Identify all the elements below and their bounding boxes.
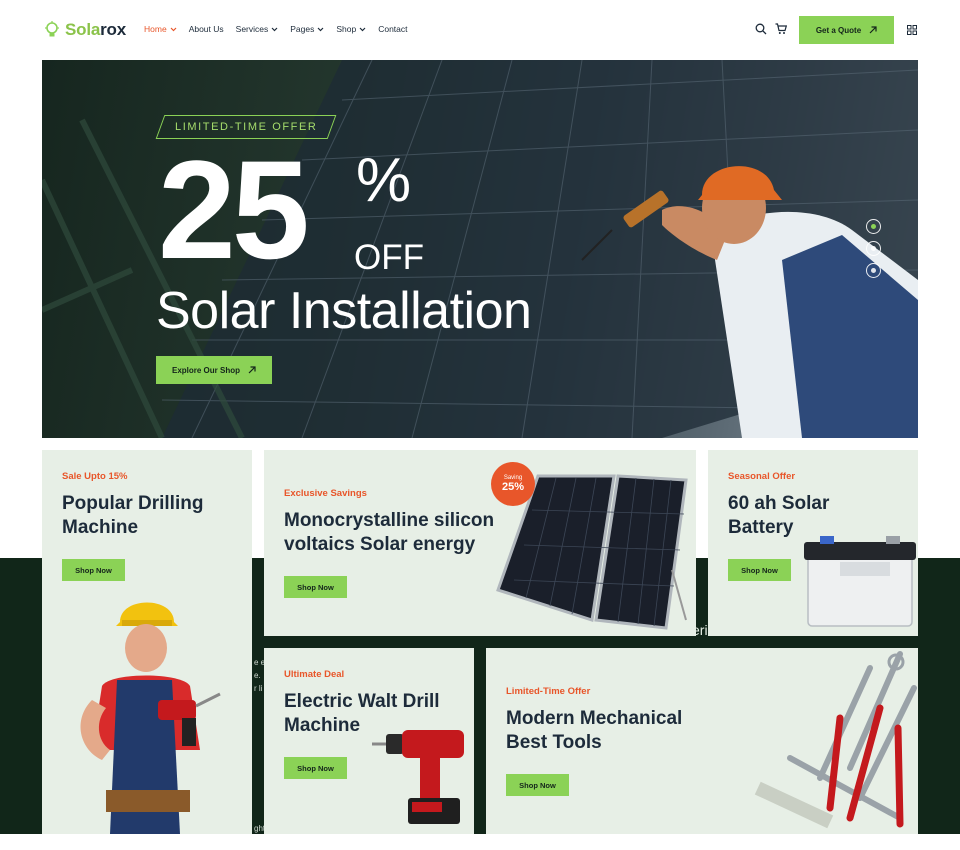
chevron-down-icon bbox=[359, 27, 366, 31]
shop-now-button[interactable]: Shop Now bbox=[62, 559, 125, 581]
off-label: OFF bbox=[354, 238, 424, 277]
explore-shop-button[interactable]: Explore Our Shop bbox=[156, 356, 272, 384]
card-kicker: Seasonal Offer bbox=[728, 471, 796, 482]
hero-title: Solar Installation bbox=[156, 282, 532, 340]
bottom-strip bbox=[0, 834, 960, 850]
tool-set-image bbox=[754, 651, 917, 829]
slider-dot-2[interactable] bbox=[866, 241, 881, 256]
nav-shop[interactable]: Shop bbox=[336, 24, 366, 34]
promo-card-mechanical-tools[interactable]: Limited-Time Offer Modern Mechanical Best… bbox=[486, 648, 918, 834]
shop-now-button[interactable]: Shop Now bbox=[506, 774, 569, 796]
logo-text: Solarox bbox=[65, 20, 126, 39]
card-title: Popular Drilling Machine bbox=[62, 493, 204, 538]
cart-icon[interactable] bbox=[775, 23, 787, 35]
car-battery-image bbox=[804, 536, 916, 627]
nav-pages[interactable]: Pages bbox=[290, 24, 324, 34]
promo-card-battery[interactable]: Seasonal Offer 60 ah Solar Battery Shop N… bbox=[708, 450, 918, 636]
arrow-up-right-icon bbox=[248, 366, 256, 374]
hero-banner: LIMITED-TIME OFFER 25 % OFF Solar Instal… bbox=[42, 60, 918, 438]
shop-now-button[interactable]: Shop Now bbox=[728, 559, 791, 581]
promo-card-drilling[interactable]: Sale Upto 15% Popular Drilling Machine Sh… bbox=[42, 450, 252, 834]
chevron-down-icon bbox=[271, 27, 278, 31]
worker-with-drill-image bbox=[80, 602, 221, 834]
arrow-up-right-icon bbox=[869, 26, 877, 34]
card-kicker: Ultimate Deal bbox=[284, 669, 345, 680]
logo[interactable]: Solarox bbox=[44, 20, 126, 40]
band-text-fragment: r li bbox=[254, 684, 263, 693]
card-kicker: Exclusive Savings bbox=[284, 488, 367, 499]
site-header: Solarox Home About Us Services Pages Sho… bbox=[0, 0, 960, 60]
band-text-fragment: e. bbox=[254, 671, 261, 680]
cordless-drill-image bbox=[372, 730, 464, 824]
slider-dot-3[interactable] bbox=[866, 263, 881, 278]
discount-number: 25 bbox=[158, 131, 310, 288]
card-kicker: Sale Upto 15% bbox=[62, 471, 128, 482]
search-icon[interactable] bbox=[755, 23, 767, 35]
shop-now-button[interactable]: Shop Now bbox=[284, 576, 347, 598]
nav-contact[interactable]: Contact bbox=[378, 24, 407, 34]
card-title: Monocrystalline silicon voltaics Solar en… bbox=[284, 510, 495, 555]
installer-worker-image bbox=[581, 166, 918, 438]
saving-badge: Saving 25% bbox=[491, 462, 535, 506]
nav-home[interactable]: Home bbox=[144, 24, 177, 34]
get-quote-button[interactable]: Get a Quote bbox=[799, 16, 894, 44]
chevron-down-icon bbox=[170, 27, 177, 31]
card-kicker: Limited-Time Offer bbox=[506, 686, 591, 697]
card-title: Modern Mechanical Best Tools bbox=[506, 708, 683, 753]
promo-card-solar-panel[interactable]: Exclusive Savings Monocrystalline silico… bbox=[264, 450, 696, 636]
shop-now-button[interactable]: Shop Now bbox=[284, 757, 347, 779]
nav-services[interactable]: Services bbox=[236, 24, 279, 34]
promo-card-walt-drill[interactable]: Ultimate Deal Electric Walt Drill Machine… bbox=[264, 648, 474, 834]
chevron-down-icon bbox=[317, 27, 324, 31]
grid-menu-icon[interactable] bbox=[907, 25, 917, 35]
percent-sign: % bbox=[356, 146, 412, 215]
bulb-logo-icon bbox=[45, 21, 59, 37]
nav-about[interactable]: About Us bbox=[189, 24, 224, 34]
main-nav: Home About Us Services Pages Shop Contac… bbox=[144, 24, 408, 34]
slider-dot-1[interactable] bbox=[866, 219, 881, 234]
